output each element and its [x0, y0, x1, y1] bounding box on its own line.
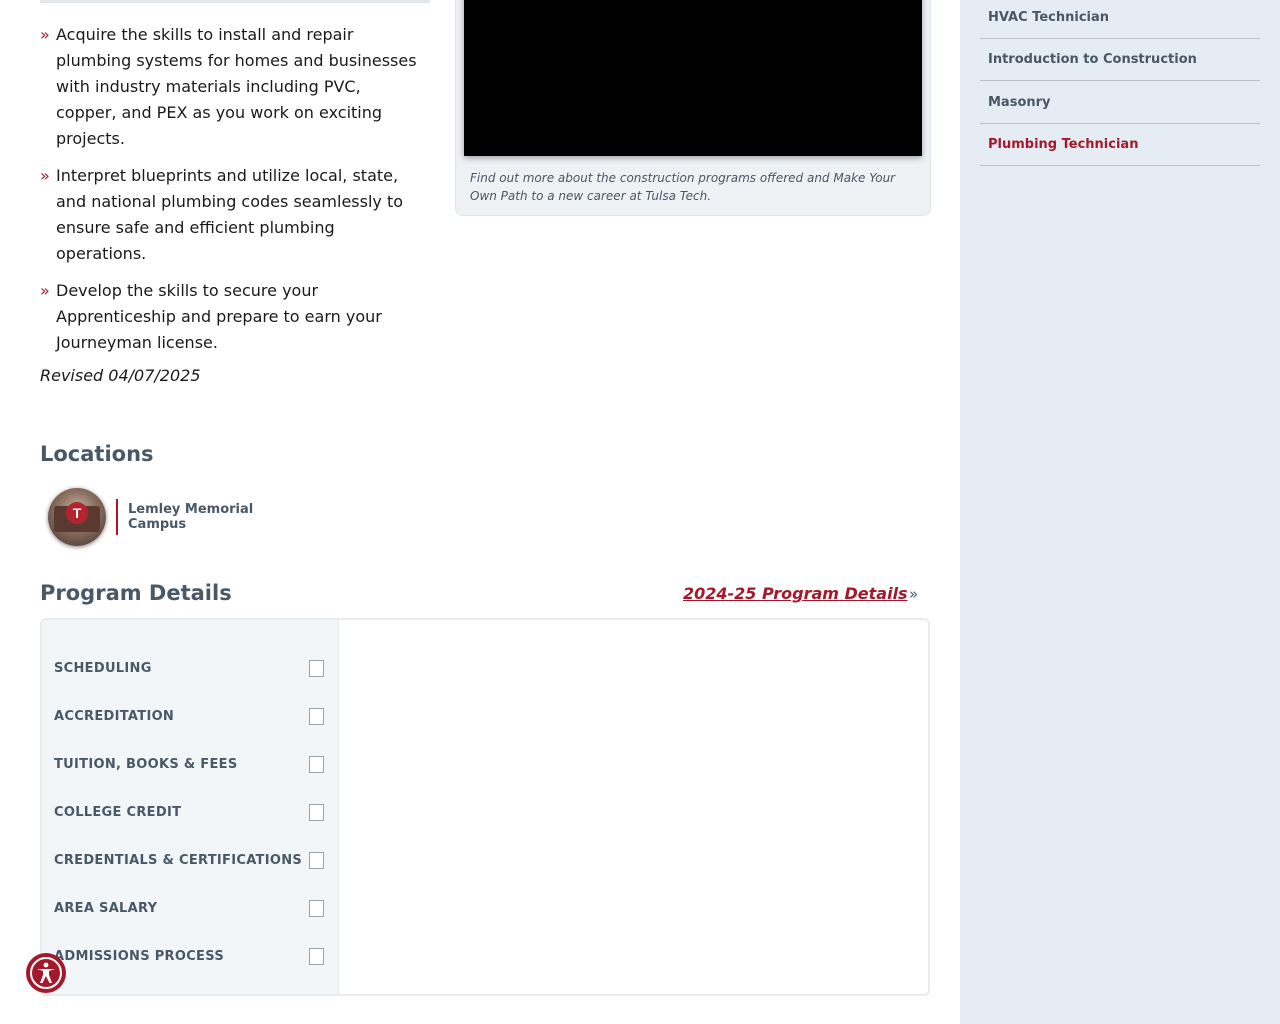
list-item: » Develop the skills to secure your Appr… — [40, 278, 420, 356]
link-arrow-icon: » — [909, 585, 919, 603]
expand-box-icon — [309, 755, 324, 773]
sidebar: HVAC Technician Introduction to Construc… — [960, 0, 1280, 1024]
accessibility-button[interactable] — [26, 953, 66, 993]
locations-heading: Locations — [40, 442, 154, 466]
tab-credentials[interactable]: CREDENTIALS & CERTIFICATIONS — [54, 846, 324, 874]
bullet-text: Interpret blueprints and utilize local, … — [56, 166, 404, 263]
campus-name[interactable]: Lemley Memorial Campus — [128, 502, 268, 532]
tab-label: CREDENTIALS & CERTIFICATIONS — [54, 852, 303, 868]
campus-photo: T — [48, 488, 106, 546]
bullet-marker: » — [40, 281, 50, 300]
tab-scheduling[interactable]: SCHEDULING — [54, 654, 324, 682]
sidebar-item-masonry[interactable]: Masonry — [980, 82, 1260, 124]
list-item: » Acquire the skills to install and repa… — [40, 22, 420, 152]
bullet-text: Develop the skills to secure your Appren… — [56, 281, 382, 352]
expand-box-icon — [309, 947, 324, 965]
tab-label: SCHEDULING — [54, 660, 152, 676]
expand-box-icon — [309, 803, 324, 821]
location-divider — [116, 499, 118, 535]
location-card[interactable]: T Lemley Memorial Campus — [48, 486, 308, 548]
video-player[interactable] — [464, 0, 922, 156]
tab-label: ACCREDITATION — [54, 708, 175, 724]
expand-box-icon — [309, 851, 324, 869]
tab-area-salary[interactable]: AREA SALARY — [54, 894, 324, 922]
tab-label: ADMISSIONS PROCESS — [54, 948, 224, 964]
accessibility-icon — [30, 957, 62, 989]
sidebar-item-plumbing[interactable]: Plumbing Technician — [980, 124, 1260, 166]
expand-box-icon — [309, 899, 324, 917]
details-tab-list: SCHEDULING ACCREDITATION TUITION, BOOKS … — [42, 620, 339, 994]
tab-label: COLLEGE CREDIT — [54, 804, 182, 820]
bullet-text: Acquire the skills to install and repair… — [56, 25, 417, 148]
tab-college-credit[interactable]: COLLEGE CREDIT — [54, 798, 324, 826]
video-caption: Find out more about the construction pro… — [470, 171, 896, 203]
bullet-marker: » — [40, 25, 50, 44]
tab-accreditation[interactable]: ACCREDITATION — [54, 702, 324, 730]
divider — [40, 0, 430, 3]
program-details-heading: Program Details — [40, 581, 232, 605]
page: » Acquire the skills to install and repa… — [0, 0, 1280, 1024]
expand-box-icon — [309, 659, 324, 677]
bullet-marker: » — [40, 166, 50, 185]
sidebar-item-hvac[interactable]: HVAC Technician — [980, 0, 1260, 39]
list-item: » Interpret blueprints and utilize local… — [40, 163, 420, 267]
tab-label: TUITION, BOOKS & FEES — [54, 756, 238, 772]
program-details-link[interactable]: 2024-25 Program Details — [683, 584, 908, 603]
sidebar-item-intro-construction[interactable]: Introduction to Construction — [980, 39, 1260, 81]
video-card: Find out more about the construction pro… — [455, 0, 931, 216]
tab-tuition[interactable]: TUITION, BOOKS & FEES — [54, 750, 324, 778]
program-bullet-list: » Acquire the skills to install and repa… — [40, 22, 420, 367]
program-details-panel: SCHEDULING ACCREDITATION TUITION, BOOKS … — [40, 618, 930, 996]
campus-logo: T — [66, 502, 88, 524]
tab-label: AREA SALARY — [54, 900, 158, 916]
tab-admissions[interactable]: ADMISSIONS PROCESS — [54, 942, 324, 970]
revised-date: Revised 04/07/2025 — [40, 366, 201, 385]
expand-box-icon — [309, 707, 324, 725]
